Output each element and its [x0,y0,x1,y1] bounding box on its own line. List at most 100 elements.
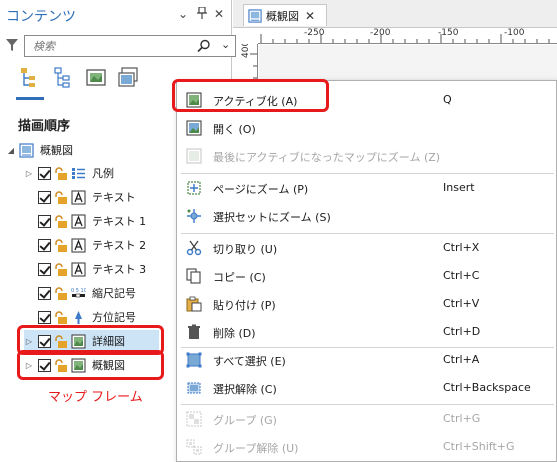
visibility-checkbox[interactable] [38,262,51,276]
pane-title: コンテンツ [6,9,76,25]
tab-label: 概観図 [266,9,299,23]
ungroup-icon [186,439,202,455]
select-all-icon [186,352,202,368]
tree-item-text-2[interactable]: テキスト 2 [24,234,146,256]
collapse-arrow-icon[interactable]: ◢ [6,146,16,155]
menu-item-paste[interactable]: 貼り付け (P) Ctrl+V [177,290,557,318]
pin-icon[interactable] [197,6,207,22]
unlock-icon[interactable] [54,214,68,228]
horizontal-ruler: -250 -200 -150 -100 [258,28,557,44]
visibility-checkbox[interactable] [38,310,51,324]
menu-item-shortcut: Ctrl+Backspace [443,381,531,394]
visibility-checkbox[interactable] [38,286,51,300]
scissors-icon [186,240,202,256]
layout-icon [248,8,262,23]
menu-item-select-all[interactable]: すべて選択 (E) Ctrl+A [177,346,557,374]
menu-item-zoom-to-selection[interactable]: 選択セットにズーム (S) [177,202,557,230]
north-arrow-icon [75,310,82,324]
search-icon[interactable] [197,39,211,53]
tree-item-text-1[interactable]: テキスト 1 [24,210,146,232]
paste-icon [186,296,202,312]
menu-item-shortcut: Ctrl+D [443,325,481,338]
menu-item-label: すべて選択 (E) [213,355,286,368]
tree-item-label: テキスト [92,191,136,204]
text-element-icon [71,189,86,205]
tree-item-label: テキスト 3 [92,263,147,276]
menu-item-label: ページにズーム (P) [213,183,309,196]
map-frame-view-icon[interactable] [84,66,108,90]
unlock-icon[interactable] [54,310,68,324]
tree-item-legend[interactable]: ▷ 凡例 [24,162,114,184]
expand-arrow-icon[interactable]: ▷ [24,169,34,178]
text-element-icon [71,213,86,229]
drawing-order-view-icon[interactable] [18,66,42,90]
ruler-label: -200 [370,28,391,38]
tree-root-layout[interactable]: ◢ 概観図 [6,139,73,161]
chevron-down-icon[interactable]: ⌄ [221,38,230,51]
unlock-icon[interactable] [54,262,68,276]
menu-item-label: 選択解除 (C) [213,383,277,396]
ruler-label: 400 [241,44,251,58]
pane-menu-chevron-icon[interactable]: ⌄ [178,7,188,21]
tree-item-label: テキスト 1 [92,215,147,228]
menu-item-label: 貼り付け (P) [213,299,276,312]
menu-item-shortcut: Ctrl+A [443,353,480,366]
unlock-icon[interactable] [54,166,68,180]
tab-overview-layout[interactable]: 概観図 ✕ [243,4,327,26]
text-element-icon [71,261,86,277]
tree-item-text[interactable]: テキスト [24,186,136,208]
close-icon[interactable]: ✕ [214,7,224,21]
menu-item-shortcut: Ctrl+V [443,297,480,310]
legend-icon [72,167,85,179]
highlight-box-overview [17,350,164,380]
menu-item-shortcut: Ctrl+X [443,241,480,254]
filter-icon[interactable] [6,38,18,52]
unlock-icon[interactable] [54,286,68,300]
ruler-label: -150 [438,28,459,38]
tree-item-label: 縮尺記号 [92,287,136,300]
menu-item-shortcut: Insert [443,181,475,194]
menu-item-cut[interactable]: 切り取り (U) Ctrl+X [177,234,557,262]
map-frame-annotation: マップ フレーム [48,390,143,405]
menu-item-label: 削除 (D) [213,327,256,340]
view-tab-strip: 概観図 ✕ [233,0,557,28]
menu-item-label: グループ解除 (U) [213,442,299,455]
trash-icon [188,324,200,339]
menu-item-zoom-to-page[interactable]: ページにズーム (P) Insert [177,174,557,202]
menu-item-open[interactable]: 開く (O) [177,114,557,142]
tree-item-label: 方位記号 [92,311,136,324]
visibility-checkbox[interactable] [38,190,51,204]
tree-item-label: テキスト 2 [92,239,147,252]
menu-item-shortcut: Q [443,93,452,106]
menu-item-shortcut: Ctrl+C [443,269,480,282]
search-box[interactable]: ⌄ [24,35,236,57]
ruler-label: -100 [504,28,525,38]
unlock-icon[interactable] [54,190,68,204]
visibility-checkbox[interactable] [38,238,51,252]
visibility-checkbox[interactable] [38,166,51,180]
zoom-to-selection-icon [187,209,201,223]
menu-item-zoom-to-last-active-map[interactable]: 最後にアクティブになったマップにズーム (Z) [177,142,557,170]
menu-item-ungroup[interactable]: グループ解除 (U) Ctrl+Shift+G [177,433,557,461]
search-input[interactable] [25,36,185,56]
unlock-icon[interactable] [54,238,68,252]
tree-item-scale-bar[interactable]: 0 5 10 縮尺記号 [24,282,136,304]
highlight-box-activate [172,79,329,112]
menu-item-clear-selection[interactable]: 選択解除 (C) Ctrl+Backspace [177,374,557,402]
menu-item-copy[interactable]: コピー (C) Ctrl+C [177,262,557,290]
menu-item-label: 開く (O) [213,123,256,136]
copy-icon [186,268,201,284]
menu-item-delete[interactable]: 削除 (D) Ctrl+D [177,318,557,346]
menu-item-label: グループ (G) [213,414,277,427]
visibility-checkbox[interactable] [38,214,51,228]
zoom-to-map-icon [186,148,202,164]
close-tab-icon[interactable]: ✕ [305,9,315,23]
open-map-icon [186,120,202,136]
selection-view-icon[interactable] [52,66,76,90]
menu-item-label: コピー (C) [213,271,266,284]
map-series-view-icon[interactable] [116,66,140,90]
menu-item-label: 最後にアクティブになったマップにズーム (Z) [213,151,441,164]
zoom-to-page-icon [187,181,201,195]
menu-item-group[interactable]: グループ (G) Ctrl+G [177,405,557,433]
tree-item-text-3[interactable]: テキスト 3 [24,258,146,280]
